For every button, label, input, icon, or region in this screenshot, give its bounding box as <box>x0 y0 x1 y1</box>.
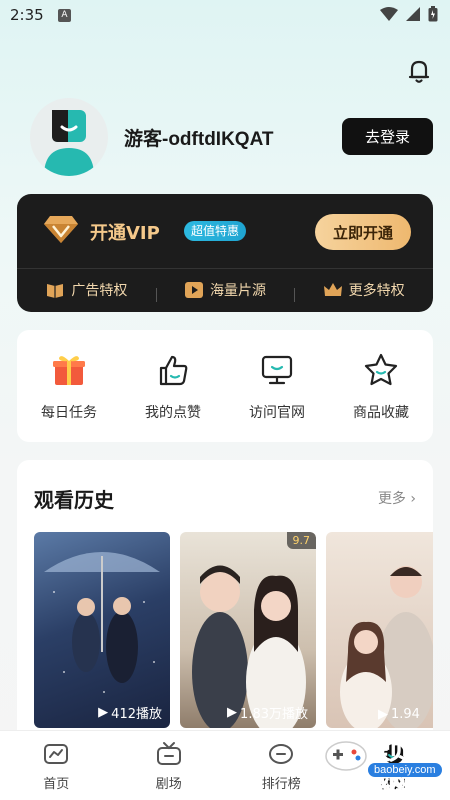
quick-label: 我的点赞 <box>145 405 201 421</box>
tab-ranking[interactable]: 排行榜 <box>225 731 338 800</box>
more-label: 更多 <box>377 491 406 507</box>
status-bar: 2:35 A <box>0 0 450 30</box>
play-count-text: 1.83万播放 <box>240 707 308 722</box>
perk-label: 广告特权 <box>71 283 128 299</box>
gift-box-icon <box>53 356 85 385</box>
quick-label: 访问官网 <box>249 405 305 421</box>
poster-art <box>340 566 433 728</box>
perk-ads[interactable]: 广告特权 <box>17 280 156 300</box>
perk-label: 更多特权 <box>348 283 405 299</box>
home-icon <box>44 744 69 764</box>
login-button[interactable]: 去登录 <box>342 118 433 155</box>
history-poster[interactable]: ▶ 1.94 <box>326 532 433 728</box>
quick-my-likes[interactable]: 我的点赞 <box>121 330 225 442</box>
username: 游客-odftdIKQAT <box>124 129 274 150</box>
status-icons <box>380 6 438 22</box>
poster-art <box>44 552 160 693</box>
play-count: ▶ 1.83万播放 <box>180 703 316 722</box>
ad-book-icon <box>47 284 64 298</box>
status-time: 2:35 <box>10 6 44 24</box>
quick-daily-tasks[interactable]: 每日任务 <box>17 330 121 442</box>
bell-icon[interactable] <box>405 57 433 85</box>
perk-more[interactable]: 更多特权 <box>294 280 433 302</box>
vip-open-button[interactable]: 立即开通 <box>315 214 411 250</box>
vip-perks: 广告特权 海量片源 更多特权 <box>17 272 433 308</box>
quick-label: 商品收藏 <box>353 405 409 421</box>
tab-label: 首页 <box>43 777 70 792</box>
quick-visit-site[interactable]: 访问官网 <box>225 330 329 442</box>
watermark-logo: 宝贝游戏网 baobeiy.com <box>324 732 444 794</box>
crown-icon <box>323 283 342 296</box>
battery-icon <box>428 6 438 22</box>
watermark-url: baobeiy.com <box>368 763 442 777</box>
tab-theater[interactable]: 剧场 <box>113 731 226 800</box>
gamepad-icon <box>325 741 367 771</box>
tab-label: 排行榜 <box>261 777 301 792</box>
notification-icon: A <box>58 9 71 22</box>
poster-art <box>192 565 306 728</box>
play-icon: ▶ <box>98 705 109 720</box>
tab-home[interactable]: 首页 <box>0 731 113 800</box>
play-icon: ▶ <box>378 707 388 722</box>
play-count: ▶ 412播放 <box>34 703 170 722</box>
quick-actions-card: 每日任务 我的点赞 访问官网 商品收藏 <box>17 330 433 442</box>
watch-history-card: 观看历史 更多 › ▶ 412播放 9.7 ▶ 1.83万播放 ▶ 1.94 <box>17 460 433 760</box>
tv-icon <box>156 742 181 765</box>
perk-content[interactable]: 海量片源 <box>155 280 295 302</box>
vip-promo-tag: 超值特惠 <box>184 221 247 241</box>
diamond-icon <box>44 216 78 243</box>
play-count-text: 1.94 <box>391 707 420 722</box>
play-count: ▶ 1.94 <box>326 707 433 722</box>
vip-divider <box>17 268 433 269</box>
wifi-icon <box>380 7 398 21</box>
history-poster[interactable]: 9.7 ▶ 1.83万播放 <box>180 532 316 728</box>
vip-title: 开通VIP <box>90 223 160 244</box>
chevron-right-icon: › <box>410 491 416 507</box>
history-more-link[interactable]: 更多 › <box>378 488 416 508</box>
vip-card[interactable]: 开通VIP 超值特惠 立即开通 广告特权 海量片源 更多特权 <box>17 194 433 312</box>
avatar[interactable] <box>30 98 108 176</box>
history-title: 观看历史 <box>34 488 114 512</box>
play-video-icon <box>185 282 203 298</box>
quick-label: 每日任务 <box>41 405 97 421</box>
monitor-icon <box>261 355 293 385</box>
tab-label: 剧场 <box>155 777 182 792</box>
ranking-icon <box>269 744 294 764</box>
perk-label: 海量片源 <box>210 283 266 299</box>
thumbs-up-icon <box>159 355 188 386</box>
star-icon <box>364 353 398 386</box>
history-poster[interactable]: ▶ 412播放 <box>34 532 170 728</box>
play-icon: ▶ <box>227 705 238 720</box>
quick-favorites[interactable]: 商品收藏 <box>329 330 433 442</box>
play-count-text: 412播放 <box>111 707 162 722</box>
rating-badge: 9.7 <box>286 532 316 549</box>
signal-icon <box>406 7 420 21</box>
